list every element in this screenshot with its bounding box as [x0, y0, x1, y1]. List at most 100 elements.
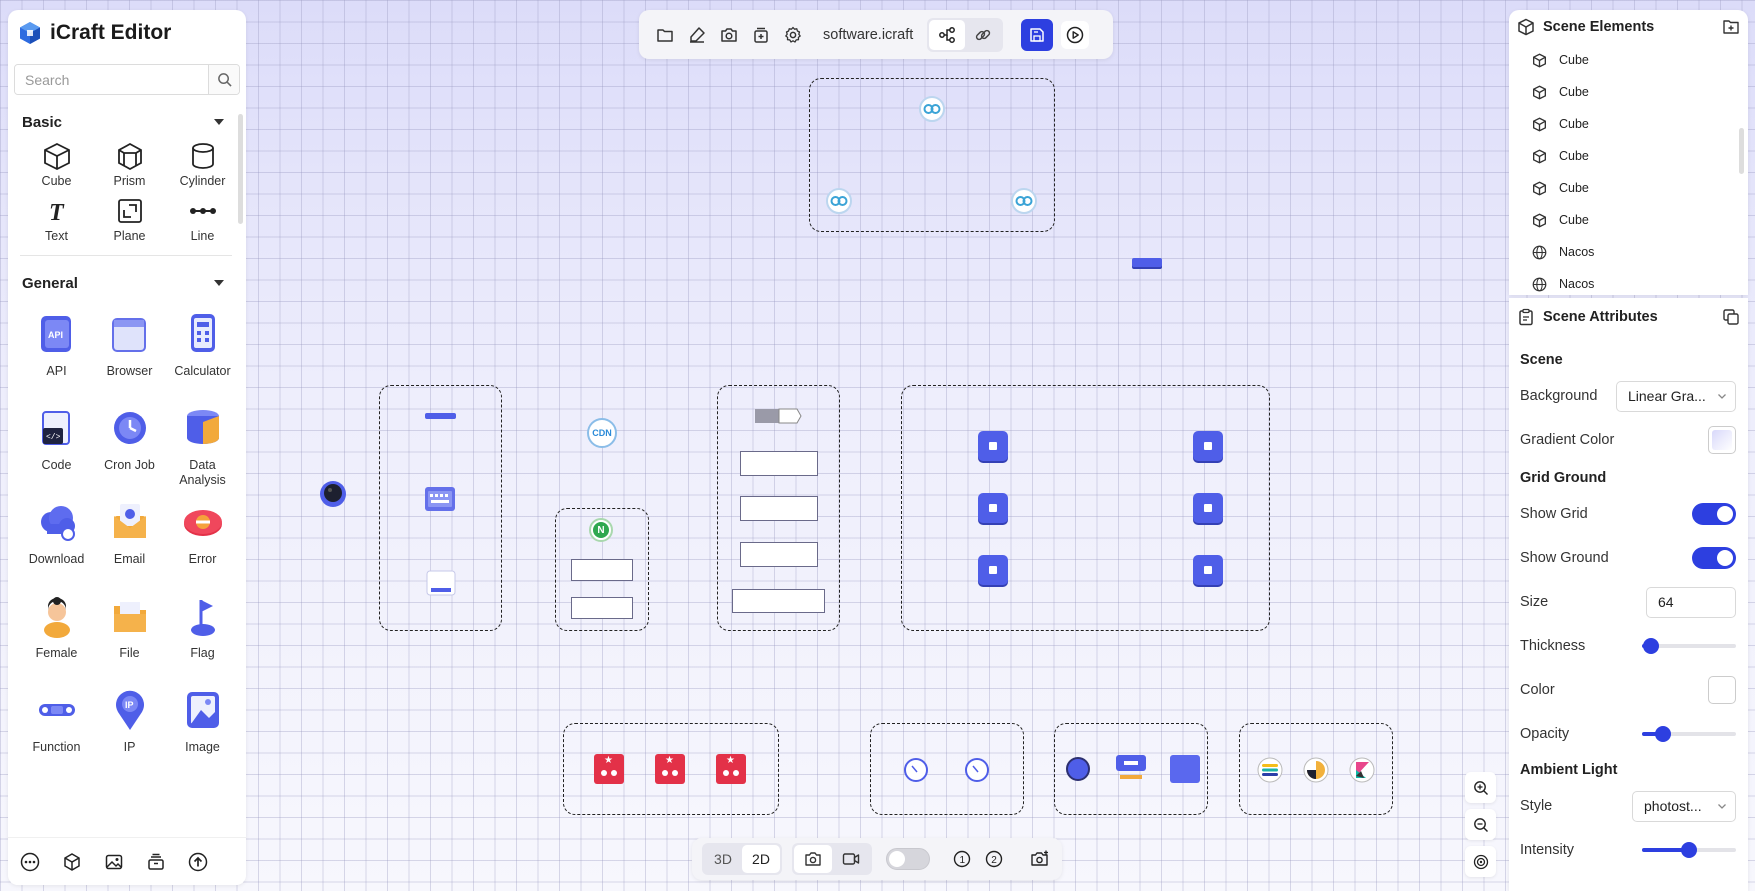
save-button[interactable]	[1021, 18, 1054, 51]
browser-client-icon[interactable]	[426, 569, 456, 597]
search-button[interactable]	[208, 65, 239, 94]
monitor-gauge-icon[interactable]	[903, 757, 929, 783]
tool-text[interactable]: T Text	[20, 196, 93, 243]
scene-element-item[interactable]: Cube	[1509, 44, 1748, 76]
kibana-icon[interactable]	[1348, 756, 1376, 784]
monitor-gauge-icon[interactable]	[964, 757, 990, 783]
service-server[interactable]	[740, 451, 818, 476]
tool-email[interactable]: Email	[93, 498, 166, 582]
tool-line[interactable]: Line	[166, 196, 239, 243]
nacos-node-icon[interactable]	[1010, 187, 1038, 215]
style-select[interactable]: photost...	[1632, 790, 1736, 822]
preview-button[interactable]	[1061, 20, 1090, 49]
link-view-button[interactable]	[965, 20, 1001, 50]
client-mobile[interactable]	[425, 413, 456, 419]
thickness-slider[interactable]	[1642, 638, 1736, 654]
cluster-node[interactable]	[1193, 431, 1223, 461]
tool-prism[interactable]: Prism	[93, 141, 166, 188]
show-grid-toggle[interactable]	[1692, 503, 1736, 525]
tool-calculator[interactable]: Calculator	[166, 310, 239, 394]
animation-toggle[interactable]	[886, 848, 930, 870]
reset-view-button[interactable]	[1465, 846, 1496, 877]
photo-mode-button[interactable]	[794, 845, 832, 873]
nginx-node[interactable]: N	[589, 518, 613, 542]
search-input[interactable]	[15, 65, 208, 94]
redis-node[interactable]	[594, 754, 624, 784]
cluster-node[interactable]	[1193, 493, 1223, 523]
left-panel-scrollbar[interactable]	[238, 114, 243, 224]
tool-cube[interactable]: Cube	[20, 141, 93, 188]
section-basic-header[interactable]: Basic	[8, 109, 246, 135]
tool-function[interactable]: Function	[20, 686, 93, 770]
video-mode-button[interactable]	[832, 845, 870, 873]
add-folder-icon[interactable]	[1722, 18, 1740, 36]
file-name[interactable]: software.icraft	[823, 27, 913, 43]
slider-thumb[interactable]	[1654, 726, 1671, 742]
scene-element-item[interactable]: Cube	[1509, 140, 1748, 172]
tool-browser[interactable]: Browser	[93, 310, 166, 394]
cluster-node[interactable]	[1193, 555, 1223, 585]
view-preset-1-button[interactable]: 1	[946, 843, 978, 875]
upload-button[interactable]	[186, 850, 210, 874]
tool-api[interactable]: API API	[20, 310, 93, 394]
storage-cube[interactable]	[1170, 755, 1200, 783]
background-select[interactable]: Linear Gra...	[1616, 380, 1736, 412]
service-server[interactable]	[740, 496, 818, 521]
redis-node[interactable]	[655, 754, 685, 784]
nacos-node-icon[interactable]	[918, 95, 946, 123]
floating-cube[interactable]	[1132, 258, 1162, 267]
intensity-slider[interactable]	[1642, 842, 1736, 858]
tool-image[interactable]: Image	[166, 686, 239, 770]
tool-download[interactable]: Download	[20, 498, 93, 582]
scene-element-item[interactable]: Cube	[1509, 76, 1748, 108]
scene-element-item[interactable]: Cube	[1509, 204, 1748, 236]
service-router-icon[interactable]	[753, 405, 803, 427]
settings-button[interactable]	[777, 19, 809, 51]
slider-thumb[interactable]	[1643, 638, 1660, 654]
tool-flag[interactable]: Flag	[166, 592, 239, 676]
grafana-icon[interactable]	[1302, 756, 1330, 784]
tool-file[interactable]: File	[93, 592, 166, 676]
layers-button[interactable]	[144, 850, 168, 874]
cluster-node[interactable]	[978, 493, 1008, 523]
tool-cron-job[interactable]: Cron Job	[93, 404, 166, 488]
keyboard-icon[interactable]	[424, 485, 456, 513]
clear-button[interactable]	[681, 19, 713, 51]
scene-element-item[interactable]: Nacos	[1509, 268, 1748, 295]
tool-female[interactable]: Female	[20, 592, 93, 676]
mode-2d-button[interactable]: 2D	[742, 845, 780, 873]
models-button[interactable]	[60, 850, 84, 874]
view-preset-2-button[interactable]: 2	[978, 843, 1010, 875]
size-input[interactable]: 64	[1646, 586, 1736, 618]
scene-elements-scrollbar[interactable]	[1739, 128, 1744, 174]
scene-element-item[interactable]: Cube	[1509, 172, 1748, 204]
tool-code[interactable]: </> Code	[20, 404, 93, 488]
gradient-color-picker[interactable]	[1708, 426, 1736, 454]
user-node-icon[interactable]	[318, 479, 348, 509]
cluster-node[interactable]	[978, 431, 1008, 461]
group-monitors[interactable]	[870, 723, 1024, 815]
elastic-icon[interactable]	[1256, 756, 1284, 784]
cdn-node[interactable]: CDN	[587, 418, 617, 448]
tool-ip[interactable]: IP IP	[93, 686, 166, 770]
topology-view-button[interactable]	[929, 19, 966, 50]
tool-cylinder[interactable]: Cylinder	[166, 141, 239, 188]
grid-color-picker[interactable]	[1708, 676, 1736, 704]
section-general-header[interactable]: General	[8, 270, 246, 296]
open-file-button[interactable]	[649, 19, 681, 51]
cluster-node[interactable]	[978, 555, 1008, 585]
storage-panel-icon[interactable]	[1114, 753, 1148, 785]
scene-element-item[interactable]: Cube	[1509, 108, 1748, 140]
storage-sphere[interactable]	[1066, 757, 1090, 781]
scene-element-item[interactable]: Nacos	[1509, 236, 1748, 268]
zoom-in-button[interactable]	[1465, 772, 1496, 803]
opacity-slider[interactable]	[1642, 726, 1736, 742]
service-server[interactable]	[740, 542, 818, 567]
mode-3d-button[interactable]: 3D	[704, 845, 742, 873]
more-button[interactable]	[18, 850, 42, 874]
screenshot-button[interactable]	[713, 19, 745, 51]
tool-data-analysis[interactable]: Data Analysis	[166, 404, 239, 488]
import-button[interactable]	[745, 19, 777, 51]
gateway-server[interactable]	[571, 559, 633, 581]
tool-error[interactable]: Error	[166, 498, 239, 582]
